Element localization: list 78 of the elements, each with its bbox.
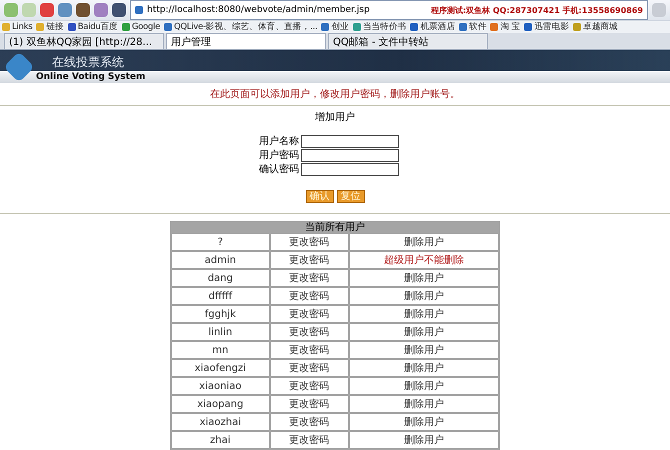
delete-user-link[interactable]: 删除用户	[350, 396, 498, 412]
table-cell: xiaoniao	[172, 378, 269, 394]
delete-user-link[interactable]: 删除用户	[350, 414, 498, 430]
table-title: 当前所有用户	[304, 223, 366, 232]
change-password-link[interactable]: 更改密码	[270, 360, 348, 376]
delete-user-link[interactable]: 删除用户	[350, 378, 498, 394]
bookmark-link[interactable]: 淘 宝	[500, 21, 520, 33]
favicon-icon	[36, 23, 44, 31]
favicon-icon	[524, 23, 532, 31]
change-password-link[interactable]: 更改密码	[270, 252, 348, 268]
field-label: 确认密码	[259, 162, 299, 176]
bookmark-link[interactable]: 软件	[469, 21, 486, 33]
table-cell: fgghjk	[172, 306, 269, 322]
bookmark-link[interactable]: 迅雷电影	[534, 21, 570, 33]
table-cell: xiaofengzi	[172, 360, 269, 376]
input-field[interactable]	[301, 148, 399, 162]
input-field[interactable]	[301, 162, 399, 176]
input-field[interactable]	[301, 134, 399, 148]
delete-user-link[interactable]: 删除用户	[350, 432, 498, 448]
browser-tab[interactable]: QQ邮箱 - 文件中转站	[328, 33, 488, 49]
delete-user-link[interactable]: 删除用户	[350, 270, 498, 286]
change-password-link[interactable]: 更改密码	[270, 234, 348, 250]
favicon-icon	[410, 23, 418, 31]
favicon-icon	[321, 23, 330, 31]
address-bar[interactable]: http://localhost:8080/webvote/admin/member.jsp 程序测试:双鱼林 QQ:287307421 手机:13558690869	[130, 0, 648, 20]
page-icon	[135, 6, 143, 14]
table-cell: ?	[172, 234, 269, 250]
field-label: 用户名称	[259, 134, 299, 148]
change-password-link[interactable]: 更改密码	[270, 432, 348, 448]
delete-user-link[interactable]: 删除用户	[350, 234, 498, 250]
change-password-link[interactable]: 更改密码	[270, 288, 348, 304]
favicon-icon	[164, 23, 172, 31]
bookmark-link[interactable]: 链接	[46, 21, 64, 33]
favicon-icon	[122, 23, 130, 31]
favicon-icon	[490, 23, 498, 31]
bookmark-link[interactable]: 机票酒店	[420, 21, 456, 33]
bookmark-link[interactable]: Google	[132, 22, 160, 32]
browser-tab[interactable]: 用户管理	[166, 33, 326, 49]
change-password-link[interactable]: 更改密码	[270, 342, 348, 358]
change-password-link[interactable]: 更改密码	[270, 396, 348, 412]
notice-text: 在此页面可以添加用户，修改用户密码，删除用户账号。	[0, 83, 670, 106]
table-cell: dang	[172, 270, 269, 286]
field-label: 用户密码	[259, 148, 299, 162]
favicon-icon	[68, 23, 76, 31]
url-text: http://localhost:8080/webvote/admin/member.jsp	[147, 5, 370, 15]
browser-tab[interactable]: (1) 双鱼林QQ家园 [http://28...	[4, 33, 164, 49]
table-cell: mn	[172, 342, 269, 358]
bookmark-link[interactable]: Baidu百度	[78, 21, 118, 33]
change-password-link[interactable]: 更改密码	[270, 270, 348, 286]
bookmark-link[interactable]: 卓越商城	[583, 21, 618, 33]
table-cell: linlin	[172, 324, 269, 340]
change-password-link[interactable]: 更改密码	[270, 378, 348, 394]
table-cell: xiaopang	[172, 396, 269, 412]
bookmark-link[interactable]: Links	[12, 22, 32, 32]
delete-user-link[interactable]: 删除用户	[350, 342, 498, 358]
favicon-icon	[573, 23, 582, 31]
table-cell: admin	[172, 252, 269, 268]
table-cell: xiaozhai	[172, 414, 269, 430]
delete-user-link[interactable]: 删除用户	[350, 306, 498, 322]
table-cell: 超级用户不能删除	[350, 252, 498, 268]
favicon-icon	[2, 23, 10, 31]
delete-user-link[interactable]: 删除用户	[350, 288, 498, 304]
bookmark-link[interactable]: QQLive-影视、综艺、体育、直播，...	[174, 21, 318, 33]
bookmark-link[interactable]: 创业	[331, 21, 349, 33]
favicon-icon	[352, 23, 361, 31]
delete-user-link[interactable]: 删除用户	[350, 324, 498, 340]
bookmark-link[interactable]: 当当特价书	[362, 21, 406, 33]
site-subtitle: Online Voting System	[36, 72, 146, 82]
table-cell: dfffff	[172, 288, 269, 304]
favicon-icon	[459, 23, 468, 31]
form-title: 增加用户	[315, 110, 355, 124]
delete-user-link[interactable]: 删除用户	[350, 360, 498, 376]
change-password-link[interactable]: 更改密码	[270, 414, 348, 430]
change-password-link[interactable]: 更改密码	[270, 306, 348, 322]
banner-text: 程序测试:双鱼林 QQ:287307421 手机:13558690869	[430, 4, 643, 16]
change-password-link[interactable]: 更改密码	[270, 324, 348, 340]
site-title: 在线投票系统	[52, 54, 125, 71]
table-cell: zhai	[172, 432, 269, 448]
